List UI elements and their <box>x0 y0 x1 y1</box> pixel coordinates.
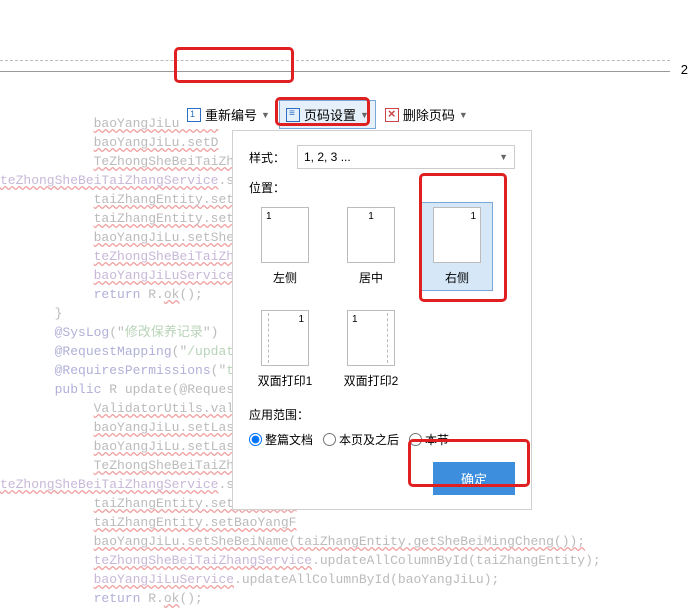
delete-icon <box>385 108 399 122</box>
style-value: 1, 2, 3 ... <box>304 150 351 164</box>
position-label: 位置： <box>249 179 515 196</box>
scope-fromhere[interactable]: 本页及之后 <box>323 431 399 448</box>
scope-label: 应用范围： <box>249 406 515 423</box>
renumber-icon <box>187 108 201 122</box>
position-duplex2[interactable]: 1 双面打印2 <box>335 305 407 394</box>
position-duplex1-preview: 1 <box>261 310 309 366</box>
page-toolbar: 重新编号 ▼ 页码设置 ▼ 删除页码 ▼ <box>180 100 475 129</box>
position-duplex2-preview: 1 <box>347 310 395 366</box>
chevron-down-icon: ▼ <box>459 110 468 120</box>
delete-page-label: 删除页码 <box>403 105 455 124</box>
position-right-preview: 1 <box>433 207 481 263</box>
style-label: 样式： <box>249 149 297 166</box>
chevron-down-icon: ▼ <box>261 110 270 120</box>
scope-section-radio[interactable] <box>409 433 422 446</box>
delete-page-button[interactable]: 删除页码 ▼ <box>378 100 475 129</box>
style-select[interactable]: 1, 2, 3 ... ▼ <box>297 145 515 169</box>
chevron-down-icon: ▼ <box>499 152 508 162</box>
position-duplex1-label: 双面打印1 <box>258 374 313 388</box>
position-grid: 1 左侧 1 居中 1 右侧 1 双面打印1 1 双面打印2 <box>249 202 515 394</box>
position-right-label: 右侧 <box>445 271 469 285</box>
position-duplex1[interactable]: 1 双面打印1 <box>249 305 321 394</box>
page-number: 2 <box>681 62 688 77</box>
scope-fromhere-radio[interactable] <box>323 433 336 446</box>
renumber-button[interactable]: 重新编号 ▼ <box>180 100 277 129</box>
page-setup-label: 页码设置 <box>304 105 356 124</box>
scope-section[interactable]: 本节 <box>409 431 449 448</box>
scope-whole-radio[interactable] <box>249 433 262 446</box>
scope-whole[interactable]: 整篇文档 <box>249 431 313 448</box>
position-right[interactable]: 1 右侧 <box>421 202 493 291</box>
position-center[interactable]: 1 居中 <box>335 202 407 291</box>
position-left-preview: 1 <box>261 207 309 263</box>
position-center-preview: 1 <box>347 207 395 263</box>
position-left[interactable]: 1 左侧 <box>249 202 321 291</box>
page-setup-icon <box>286 108 300 122</box>
position-center-label: 居中 <box>359 271 383 285</box>
ok-button[interactable]: 确定 <box>433 462 515 495</box>
page-header-area <box>0 60 670 72</box>
page-number-dialog: 样式： 1, 2, 3 ... ▼ 位置： 1 左侧 1 居中 1 右侧 1 双… <box>232 130 532 510</box>
renumber-label: 重新编号 <box>205 105 257 124</box>
position-left-label: 左侧 <box>273 271 297 285</box>
position-duplex2-label: 双面打印2 <box>344 374 399 388</box>
page-setup-button[interactable]: 页码设置 ▼ <box>279 100 376 129</box>
chevron-down-icon: ▼ <box>360 110 369 120</box>
scope-options: 整篇文档 本页及之后 本节 <box>249 431 515 448</box>
